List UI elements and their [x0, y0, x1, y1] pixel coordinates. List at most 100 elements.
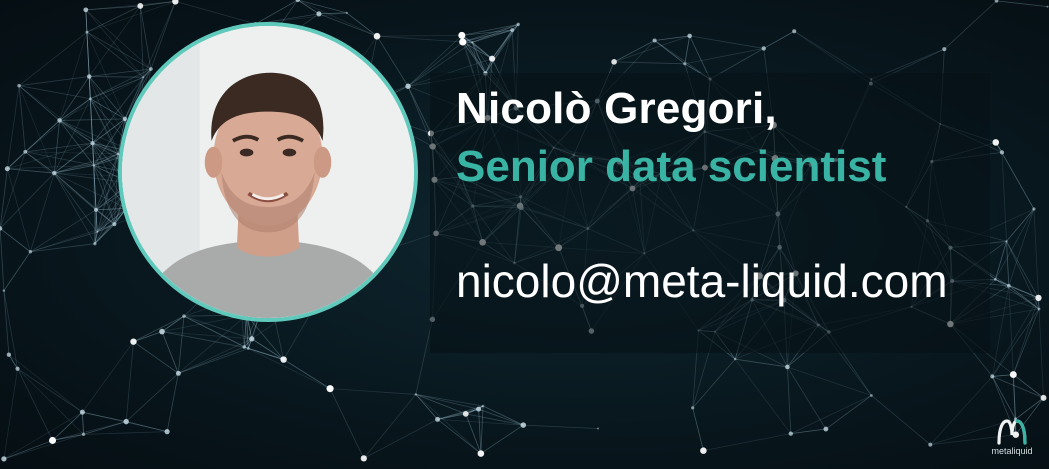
network-node — [928, 442, 933, 447]
network-node — [86, 74, 92, 79]
network-link — [692, 407, 704, 451]
network-node — [280, 356, 287, 363]
network-link — [52, 421, 127, 441]
network-node — [435, 416, 441, 422]
network-link — [53, 120, 60, 174]
network-link — [1006, 208, 1035, 242]
network-node — [94, 207, 98, 212]
network-node — [182, 314, 186, 318]
network-link — [787, 366, 872, 396]
network-node — [142, 76, 145, 79]
network-node — [1006, 283, 1011, 288]
network-node — [942, 47, 947, 52]
person-name: Nicolò Gregori, — [456, 84, 777, 133]
network-node — [316, 11, 322, 17]
network-node — [326, 385, 334, 393]
network-node — [1040, 394, 1047, 401]
network-link — [478, 409, 482, 454]
network-node — [405, 83, 411, 89]
network-node — [23, 149, 28, 154]
profile-card: Nicolò Gregori, Senior data scientist ni… — [0, 0, 1049, 469]
network-node — [92, 164, 95, 167]
network-node — [761, 46, 766, 51]
network-link — [3, 440, 53, 460]
network-node — [130, 338, 137, 345]
network-link — [59, 76, 90, 121]
network-link — [82, 341, 134, 413]
network-node — [373, 32, 381, 40]
network-link — [59, 118, 125, 121]
network-node — [6, 352, 12, 357]
network-node — [242, 345, 247, 349]
network-node — [700, 447, 707, 454]
network-link — [3, 368, 18, 459]
network-link — [17, 368, 53, 441]
network-link — [482, 405, 524, 426]
network-link — [703, 433, 791, 452]
network-link — [1008, 285, 1014, 375]
network-link — [161, 331, 252, 340]
network-node — [990, 374, 995, 379]
network-link — [318, 13, 378, 37]
network-link — [994, 241, 1007, 280]
network-link — [30, 209, 97, 253]
network-link — [18, 85, 60, 121]
network-node — [172, 0, 179, 5]
network-node — [49, 436, 57, 444]
network-link — [825, 395, 872, 430]
network-link — [82, 412, 84, 435]
network-link — [177, 316, 185, 374]
network-link — [871, 395, 931, 445]
network-link — [692, 358, 736, 409]
network-node — [462, 410, 469, 417]
network-link — [793, 30, 872, 80]
network-link — [88, 5, 141, 77]
network-link — [0, 168, 8, 229]
network-node — [85, 30, 89, 34]
network-link — [613, 40, 655, 63]
network-link — [18, 85, 93, 144]
network-link — [178, 346, 245, 374]
network-link — [17, 368, 83, 413]
network-node — [93, 242, 97, 246]
network-node — [137, 3, 144, 9]
network-link — [53, 98, 91, 174]
network-link — [54, 172, 97, 211]
network-link — [133, 341, 179, 374]
network-link — [734, 358, 792, 434]
network-link — [437, 405, 484, 420]
network-node — [112, 222, 117, 227]
network-link — [7, 120, 60, 170]
network-link — [376, 35, 463, 43]
network-node — [15, 366, 20, 371]
network-node — [611, 59, 617, 65]
network-node — [28, 250, 33, 254]
network-link — [415, 394, 438, 420]
network-link — [415, 394, 484, 407]
network-link — [126, 421, 168, 432]
network-link — [363, 394, 417, 459]
network-link — [17, 368, 84, 435]
network-node — [246, 347, 250, 350]
network-link — [3, 290, 10, 355]
network-link — [1006, 241, 1010, 286]
email-address[interactable]: nicolo@meta-liquid.com — [456, 254, 948, 308]
network-link — [6, 168, 31, 252]
network-link — [178, 314, 247, 374]
network-node — [459, 38, 467, 46]
network-node — [1, 456, 7, 462]
network-node — [520, 422, 527, 428]
network-link — [161, 331, 245, 348]
network-node — [785, 364, 790, 370]
network-node — [489, 55, 496, 62]
network-link — [523, 424, 599, 429]
network-node — [175, 370, 181, 376]
network-link — [133, 331, 163, 343]
network-node — [481, 404, 485, 408]
network-link — [25, 151, 94, 166]
network-link — [6, 85, 20, 169]
network-node — [992, 139, 1000, 146]
network-link — [790, 395, 872, 434]
avatar — [118, 22, 418, 322]
network-link — [1006, 241, 1039, 299]
